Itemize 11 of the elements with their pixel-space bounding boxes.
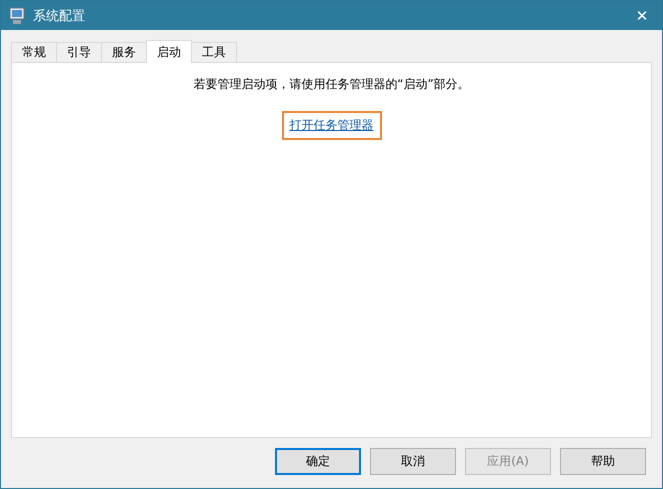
dialog-button[interactable]: 确定	[275, 448, 361, 475]
tab[interactable]: 常规	[11, 42, 57, 62]
dialog-button[interactable]: 帮助	[560, 448, 646, 475]
computer-icon	[9, 6, 25, 24]
instruction-text: 若要管理启动项，请使用任务管理器的“启动”部分。	[193, 76, 470, 93]
close-button[interactable]: ✕	[622, 1, 662, 30]
task-manager-link[interactable]: 打开任务管理器	[282, 111, 382, 140]
window-title: 系统配置	[33, 8, 86, 24]
tab[interactable]: 工具	[191, 42, 237, 62]
tab[interactable]: 启动	[146, 40, 192, 63]
dialog-button[interactable]: 取消	[370, 448, 456, 475]
